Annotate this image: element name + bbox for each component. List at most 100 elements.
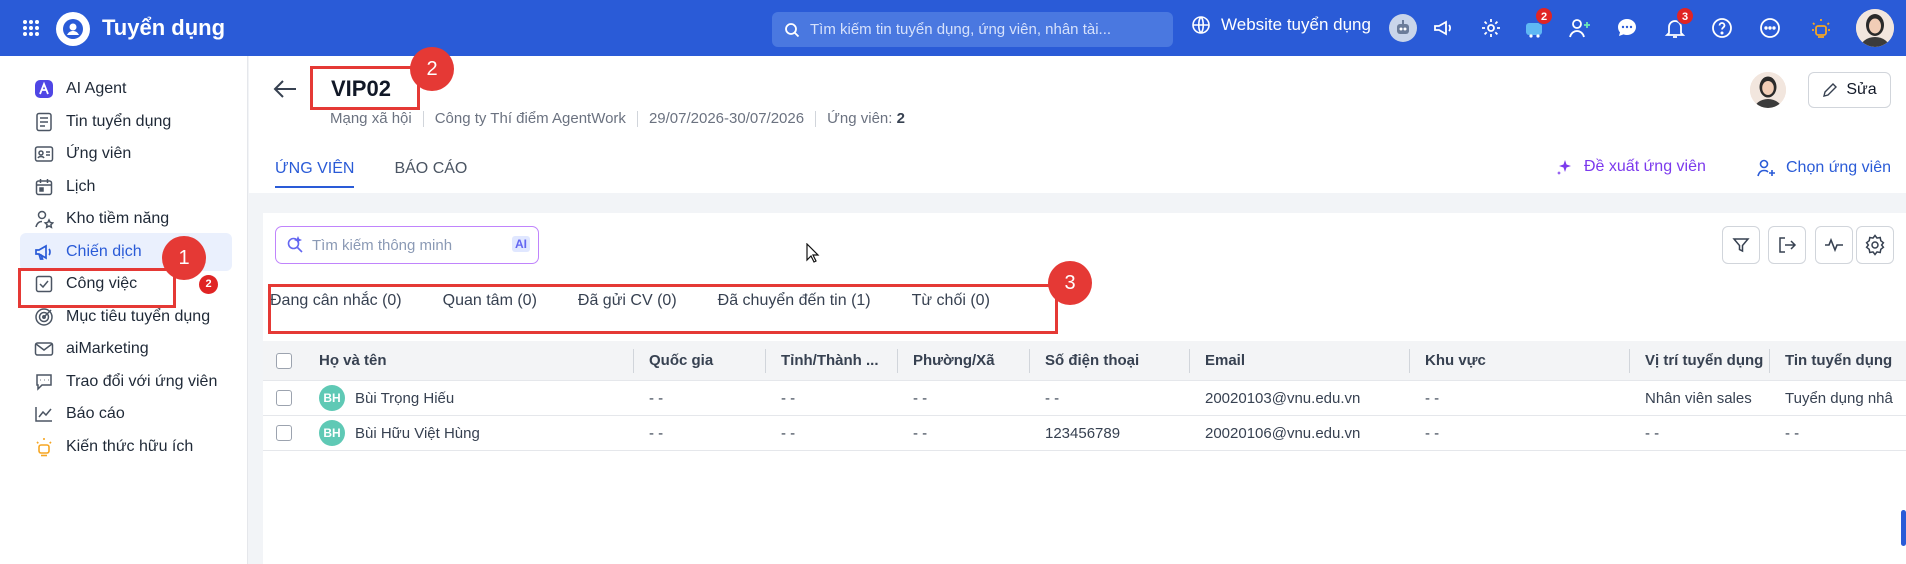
calendar-icon [34, 177, 54, 197]
column-header[interactable]: Khu vực [1409, 341, 1629, 380]
add-user-icon[interactable] [1567, 15, 1593, 41]
global-search[interactable] [772, 12, 1173, 47]
search-icon [785, 22, 800, 37]
annotation-box-title [310, 66, 420, 110]
sidebar-item-label: Báo cáo [66, 405, 125, 422]
sidebar-item-label: AI Agent [66, 80, 127, 97]
activity-button[interactable] [1815, 226, 1853, 264]
add-person-icon [1757, 159, 1775, 177]
more-icon[interactable] [1757, 15, 1783, 41]
ward-cell: - - [913, 389, 928, 407]
select-all-checkbox[interactable] [276, 352, 292, 369]
region-cell: - - [1425, 424, 1440, 442]
ai-tag: AI [512, 236, 530, 252]
talent-pool-icon [34, 209, 54, 229]
pick-candidates-button[interactable]: Chọn ứng viên [1756, 158, 1891, 178]
apps-grid-icon[interactable] [22, 19, 40, 37]
filter-icon [1732, 238, 1750, 253]
id-card-icon [34, 144, 54, 164]
lightbulb-icon [34, 437, 54, 457]
column-header[interactable]: Vị trí tuyển dụng [1629, 341, 1769, 380]
sidebar-item-knowledge[interactable]: Kiến thức hữu ích [20, 428, 232, 466]
sidebar-item-label: aiMarketing [66, 340, 149, 357]
row-checkbox[interactable] [276, 390, 292, 406]
smart-search[interactable]: AI [275, 226, 539, 264]
column-header[interactable]: Tin tuyển dụng [1769, 341, 1906, 380]
header-checkbox-cell [276, 341, 296, 380]
province-cell: - - [781, 389, 796, 407]
country-cell: - - [649, 389, 664, 407]
edit-button[interactable]: Sửa [1808, 72, 1891, 108]
position-cell: Nhân viên sales [1645, 389, 1752, 407]
campaign-channel: Mạng xã hội [330, 110, 412, 127]
suggest-label: Đề xuất ứng viên [1584, 158, 1706, 175]
suggest-candidates-button[interactable]: Đề xuất ứng viên [1556, 158, 1706, 176]
tabs: ỨNG VIÊN BÁO CÁO [275, 160, 507, 188]
phone-cell: 123456789 [1045, 424, 1121, 442]
activity-icon [1825, 237, 1843, 253]
chat-icon [34, 372, 54, 392]
candidate-name[interactable]: Bùi Trọng Hiếu [355, 390, 454, 407]
tab-report[interactable]: BÁO CÁO [394, 160, 467, 188]
annotation-box-campaign [18, 268, 176, 308]
table-settings-button[interactable] [1856, 226, 1894, 264]
column-header[interactable]: Số điện thoại [1029, 341, 1189, 380]
country-cell: - - [649, 424, 664, 442]
chat-icon[interactable] [1614, 15, 1640, 41]
sidebar-item-label: Chiến dịch [66, 243, 142, 260]
cart-badge: 2 [1535, 7, 1553, 25]
filter-button[interactable] [1722, 226, 1760, 264]
avatar: BH [319, 385, 345, 411]
row-checkbox-cell [276, 381, 296, 415]
sidebar-item-label: Trao đổi với ứng viên [66, 373, 218, 390]
annotation-marker-1: 1 [162, 236, 206, 280]
robot-avatar-icon[interactable] [1389, 14, 1417, 42]
target-icon [34, 307, 54, 327]
pencil-icon [1823, 83, 1838, 97]
global-search-input[interactable] [810, 21, 1150, 38]
website-link[interactable]: Website tuyển dụng [1191, 15, 1371, 35]
table-row[interactable]: BH Bùi Hữu Việt Hùng - - - - - - 1234567… [263, 416, 1906, 451]
table-row[interactable]: BH Bùi Trọng Hiếu - - - - - - - - 200201… [263, 381, 1906, 416]
export-button[interactable] [1768, 226, 1806, 264]
app-title: Tuyển dụng [102, 15, 226, 40]
cart-icon[interactable]: 2 [1521, 7, 1553, 41]
help-icon[interactable] [1709, 15, 1735, 41]
sidebar-item-label: Tin tuyển dụng [66, 113, 172, 130]
column-header[interactable]: Phường/Xã [897, 341, 1029, 380]
column-header[interactable]: Tỉnh/Thành ... [765, 341, 897, 380]
notification-bell-icon[interactable]: 3 [1662, 7, 1694, 41]
sparkle-icon [1557, 160, 1571, 175]
mouse-cursor-icon [806, 243, 820, 263]
website-label: Website tuyển dụng [1221, 15, 1371, 34]
megaphone-icon[interactable] [1430, 15, 1456, 41]
scrollbar[interactable] [1901, 510, 1906, 546]
user-avatar[interactable] [1856, 9, 1894, 47]
table-header: Họ và tên Quốc gia Tỉnh/Thành ... Phường… [263, 341, 1906, 381]
candidate-name[interactable]: Bùi Hữu Việt Hùng [355, 425, 480, 442]
settings-gear-icon[interactable] [1478, 15, 1504, 41]
row-checkbox[interactable] [276, 425, 292, 441]
sidebar-item-label: Kiến thức hữu ích [66, 438, 194, 455]
tab-candidates[interactable]: ỨNG VIÊN [275, 160, 355, 188]
column-header[interactable]: Quốc gia [633, 341, 765, 380]
column-header[interactable]: Email [1189, 341, 1409, 380]
export-icon [1779, 237, 1797, 253]
campaign-date-range: 29/07/2026-30/07/2026 [648, 110, 805, 127]
edit-label: Sửa [1846, 81, 1877, 98]
candidates-label: Ứng viên: [827, 110, 893, 127]
sidebar: AI Agent Tin tuyển dụng Ứng viên Lịch Kh… [0, 56, 248, 564]
lightbulb-icon[interactable] [1808, 15, 1834, 41]
email-cell: 20020103@vnu.edu.vn [1205, 389, 1361, 407]
column-header[interactable]: Họ và tên [319, 341, 519, 380]
ai-agent-icon [34, 79, 54, 99]
annotation-box-statuses [268, 284, 1058, 334]
province-cell: - - [781, 424, 796, 442]
back-arrow-icon[interactable] [272, 78, 298, 100]
smart-search-input[interactable] [312, 236, 502, 254]
owner-avatar[interactable] [1750, 72, 1786, 108]
app-logo-icon [56, 12, 90, 46]
top-bar: Tuyển dụng Website tuyển dụng 2 3 [0, 0, 1906, 56]
document-icon [34, 112, 54, 132]
divider [636, 110, 638, 127]
